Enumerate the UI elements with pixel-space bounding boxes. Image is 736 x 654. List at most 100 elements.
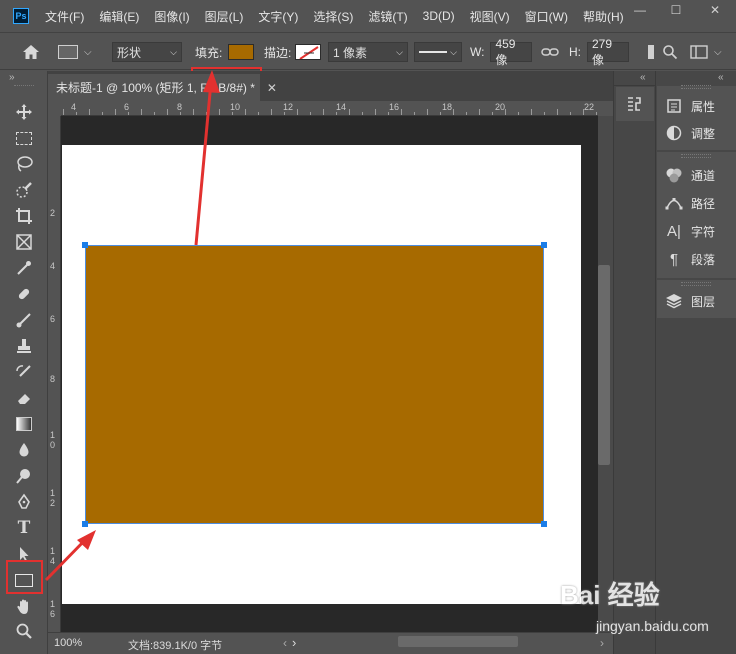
shape-mode-dropdown[interactable]: 形状 ⌵ [112,42,182,62]
history-icon[interactable] [625,94,645,117]
marquee-tool-icon[interactable] [12,127,36,149]
search-icon[interactable] [662,42,678,62]
horizontal-scroll-thumb[interactable] [398,636,518,647]
ruler-tick [63,109,64,115]
dodge-tool-icon[interactable] [12,465,36,487]
ruler-tick [167,109,168,115]
ruler-top-label: 22 [584,102,595,112]
vertical-scroll-thumb[interactable] [598,265,610,465]
collapse-icon[interactable]: » [9,72,15,83]
tool-preset-picker[interactable]: ⌵ [58,42,92,62]
panel-paths[interactable]: 路径 [665,194,715,212]
menu-edit[interactable]: 编辑(E) [99,8,139,25]
height-input[interactable]: 279 像 [587,37,629,67]
ruler-tick [154,112,155,115]
ruler-tick [479,109,480,115]
maximize-button[interactable]: ☐ [658,0,694,20]
menu-layer[interactable]: 图层(L) [205,8,244,25]
menu-window[interactable]: 窗口(W) [525,8,568,25]
chevron-down-icon[interactable]: ⌵ [714,42,722,62]
shape-mode-value: 形状 [117,45,142,60]
ruler-left[interactable]: 2 4 6 8 10 12 14 16 [48,116,61,632]
ruler-tick [258,112,259,115]
menu-3d[interactable]: 3D(D) [423,9,455,23]
scroll-left-icon[interactable]: ‹ [283,636,287,650]
menu-file[interactable]: 文件(F) [45,8,84,25]
type-tool-icon[interactable]: T [12,517,36,539]
ruler-top-label: 16 [389,102,400,112]
menu-image[interactable]: 图像(I) [154,8,189,25]
home-icon[interactable] [22,42,40,62]
stroke-type-dropdown[interactable]: ⌵ [414,42,462,62]
ruler-top-label: 6 [124,102,130,112]
channels-icon [665,166,683,184]
ruler-top-label: 20 [495,102,506,112]
panel-layers[interactable]: 图层 [665,292,715,310]
transform-handle[interactable] [82,242,88,248]
rectangle-shape[interactable] [85,245,544,524]
scroll-right-icon[interactable]: › [600,636,604,650]
eyedropper-tool-icon[interactable] [12,257,36,279]
ruler-tick [310,112,311,115]
zoom-tool-icon[interactable] [12,620,36,642]
ruler-top-label: 4 [71,102,77,112]
gradient-tool-icon[interactable] [12,413,36,435]
brush-tool-icon[interactable] [12,309,36,331]
ruler-tick [557,109,558,115]
ruler-tick [596,112,597,115]
menu-help[interactable]: 帮助(H) [583,8,624,25]
ruler-tick [414,112,415,115]
minimize-button[interactable]: — [622,0,658,20]
ruler-tick [466,112,467,115]
menu-type[interactable]: 文字(Y) [258,8,298,25]
panel-properties[interactable]: 属性 [665,97,715,115]
close-button[interactable]: ✕ [697,0,733,20]
menu-view[interactable]: 视图(V) [470,8,510,25]
quick-selection-tool-icon[interactable] [12,179,36,201]
panel-character[interactable]: A| 字符 [665,222,715,240]
ruler-tick [362,112,363,115]
ruler-tick [492,112,493,115]
transform-handle[interactable] [541,242,547,248]
width-input[interactable]: 459 像 [490,37,533,67]
ruler-left-label: 16 [50,599,56,619]
status-menu-arrow[interactable]: › [292,635,296,650]
document-tab[interactable]: 未标题-1 @ 100% (矩形 1, RGB/8#) * ✕ [48,74,277,101]
stroke-width-dropdown[interactable]: 1 像素 ⌵ [328,42,408,62]
panel-adjustments[interactable]: 调整 [665,124,715,142]
history-brush-tool-icon[interactable] [12,361,36,383]
transform-handle[interactable] [82,521,88,527]
ruler-tick [375,109,376,115]
channels-panel-group: 通道 路径 A| 字符 ¶ 段落 [657,152,736,278]
eraser-tool-icon[interactable] [12,387,36,409]
ruler-left-label: 10 [50,430,56,450]
link-icon[interactable] [541,42,559,62]
ruler-top[interactable]: 4 6 8 10 12 14 16 18 20 22 [61,101,598,116]
fill-color-swatch[interactable] [228,44,255,60]
collapse-icon[interactable]: « [640,72,646,83]
frame-tool-icon[interactable] [12,231,36,253]
ruler-left-label: 14 [50,546,56,566]
blur-tool-icon[interactable] [12,439,36,461]
clone-stamp-tool-icon[interactable] [12,335,36,357]
menu-select[interactable]: 选择(S) [313,8,353,25]
close-tab-icon[interactable]: ✕ [267,81,277,95]
path-operations-icon[interactable] [648,42,654,62]
transform-handle[interactable] [541,521,547,527]
collapse-icon[interactable]: « [718,72,724,83]
pen-tool-icon[interactable] [12,491,36,513]
panel-paragraph[interactable]: ¶ 段落 [665,250,715,268]
healing-brush-tool-icon[interactable] [12,283,36,305]
zoom-level[interactable]: 100% [54,637,82,649]
workspace-icon[interactable] [690,42,708,62]
menu-filter[interactable]: 滤镜(T) [368,8,407,25]
move-tool-icon[interactable] [12,101,36,123]
lasso-tool-icon[interactable] [12,153,36,175]
crop-tool-icon[interactable] [12,205,36,227]
ruler-tick [115,109,116,115]
stroke-color-swatch[interactable] [295,44,322,60]
hand-tool-icon[interactable] [12,596,36,618]
ruler-tick [297,109,298,115]
photoshop-logo: Ps [13,8,29,24]
panel-channels[interactable]: 通道 [665,166,715,184]
